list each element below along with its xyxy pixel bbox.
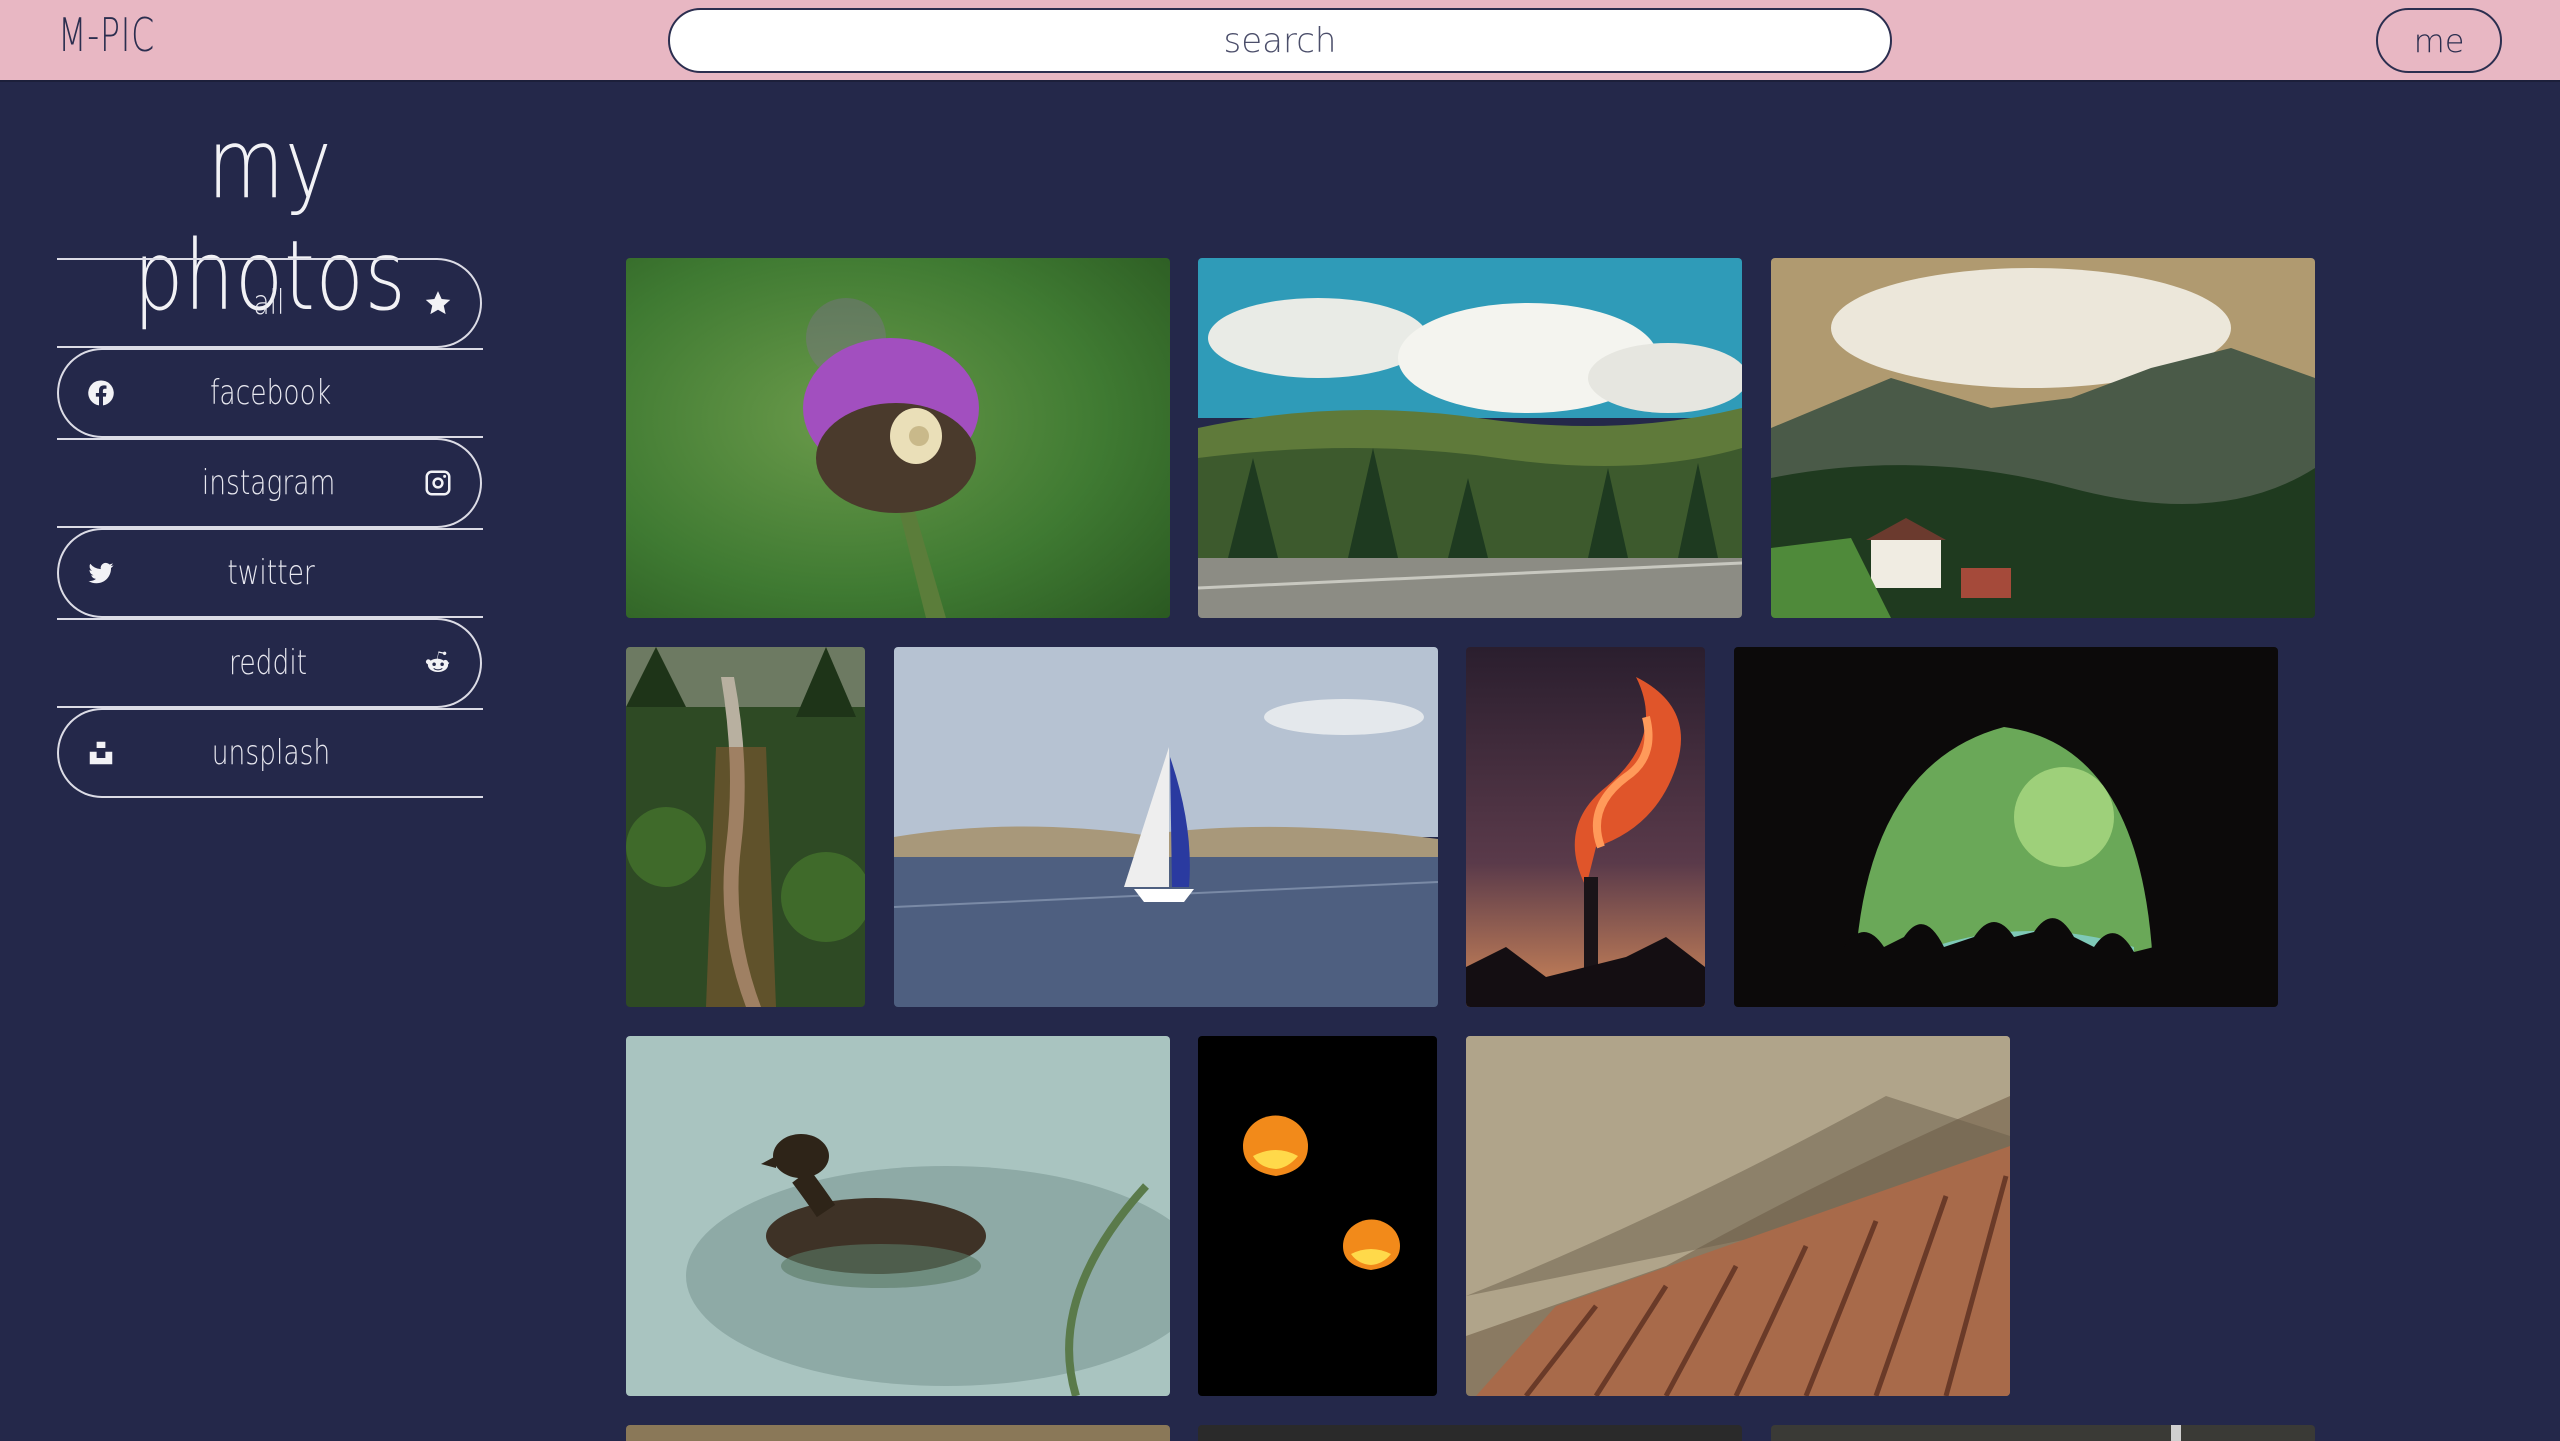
source-nav: all facebook instagram twitter reddit un…	[57, 258, 483, 798]
photo-thumbnail[interactable]	[1734, 647, 2278, 1007]
nav-item-unsplash[interactable]: unsplash	[57, 708, 483, 798]
photo-thumbnail[interactable]	[1466, 1036, 2010, 1396]
nav-item-twitter[interactable]: twitter	[57, 528, 483, 618]
photo-thumbnail[interactable]	[1771, 1425, 2315, 1441]
photo-thumbnail[interactable]	[626, 258, 1170, 618]
photo-thumbnail[interactable]	[626, 1036, 1170, 1396]
nav-item-label: twitter	[227, 553, 315, 593]
photo-thumbnail[interactable]	[626, 647, 865, 1007]
star-icon	[422, 287, 454, 319]
nav-item-all[interactable]: all	[57, 258, 482, 348]
instagram-icon	[422, 467, 454, 499]
me-button[interactable]: me	[2376, 8, 2502, 73]
nav-item-label: all	[252, 283, 284, 323]
photo-thumbnail[interactable]	[1198, 1036, 1437, 1396]
photo-thumbnail[interactable]	[1466, 647, 1705, 1007]
top-bar: M-PIC me	[0, 0, 2560, 82]
search-input[interactable]	[668, 8, 1892, 73]
nav-item-reddit[interactable]: reddit	[57, 618, 482, 708]
nav-item-label: reddit	[229, 643, 308, 683]
app-logo[interactable]: M-PIC	[58, 8, 155, 62]
nav-item-label: facebook	[210, 373, 332, 413]
nav-item-instagram[interactable]: instagram	[57, 438, 482, 528]
reddit-icon	[422, 647, 454, 679]
photo-thumbnail[interactable]	[1198, 1425, 1742, 1441]
photo-thumbnail[interactable]	[1198, 258, 1742, 618]
photo-thumbnail[interactable]	[626, 1425, 1170, 1441]
photo-thumbnail[interactable]	[894, 647, 1438, 1007]
nav-item-label: unsplash	[211, 733, 331, 773]
nav-item-facebook[interactable]: facebook	[57, 348, 483, 438]
nav-item-label: instagram	[201, 463, 336, 503]
photo-thumbnail[interactable]	[1771, 258, 2315, 618]
